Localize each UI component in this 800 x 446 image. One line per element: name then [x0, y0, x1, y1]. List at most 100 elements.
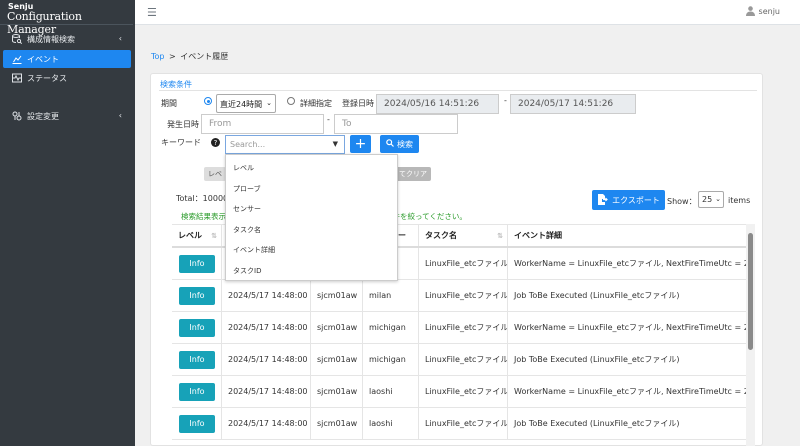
cell-detail: Job ToBe Executed (LinuxFile_etcファイル) — [508, 408, 752, 439]
cell-task: LinuxFile_etcファイル — [419, 408, 508, 439]
sidebar: Senju Configuration Manager 構成情報検索 ‹ イベン… — [0, 0, 135, 446]
search-button[interactable]: 検索 — [380, 135, 419, 153]
cell-detail: WorkerName = LinuxFile_etcファイル, NextFire… — [508, 248, 752, 279]
dropdown-option-level[interactable]: レベル — [233, 163, 254, 173]
cell-text: sjcm01aw — [317, 419, 358, 428]
cell-text: LinuxFile_etcファイル — [425, 259, 508, 268]
cell-time: 2024/5/17 14:48:00 — [222, 408, 311, 439]
dropdown-option-sensor[interactable]: センサー — [233, 204, 261, 214]
occurred-from-input[interactable]: From — [201, 114, 324, 134]
occurred-label: 発生日時 — [167, 120, 199, 129]
sort-icon: ⇅ — [211, 231, 217, 240]
level-badge-button[interactable]: Info — [179, 318, 215, 337]
cell-text: michigan — [369, 323, 406, 332]
sidebar-item-settings[interactable]: 設定変更 ‹ — [3, 107, 131, 125]
cell-time: 2024/5/17 14:48:00 — [222, 280, 311, 311]
user-menu[interactable]: senju — [745, 6, 780, 16]
cell-text: laoshi — [369, 387, 393, 396]
column-header-level[interactable]: レベル ⇅ — [172, 225, 222, 246]
cell-sensor: laoshi — [363, 408, 419, 439]
cell-text: 2024/5/17 14:48:00 — [228, 291, 308, 300]
page-size-value: 25 — [702, 195, 713, 204]
level-badge-button[interactable]: Info — [179, 414, 215, 433]
cell-text: LinuxFile_etcファイル — [425, 323, 508, 332]
cell-text: michigan — [369, 355, 406, 364]
dropdown-option-task-id[interactable]: タスクID — [233, 266, 261, 276]
level-badge-button[interactable]: Info — [179, 254, 215, 273]
level-badge-button[interactable]: Info — [179, 286, 215, 305]
cell-text: LinuxFile_etcファイル — [425, 355, 508, 364]
show-label: Show： — [667, 197, 697, 206]
cell-detail: WorkerName = LinuxFile_etcファイル, NextFire… — [508, 312, 752, 343]
table-row[interactable]: Info 2024/5/17 14:48:00 sjcm01aw laoshi Linu… — [172, 408, 752, 440]
sort-icon: ⇅ — [497, 231, 503, 240]
cell-text: Job ToBe Executed (LinuxFile_etcファイル) — [514, 419, 680, 428]
export-button-label: エクスポート — [612, 195, 660, 205]
cell-text: sjcm01aw — [317, 355, 358, 364]
clear-all-button[interactable]: てクリア — [395, 167, 431, 181]
cell-level: Info — [172, 376, 222, 407]
dropdown-option-probe[interactable]: プローブ — [233, 184, 261, 194]
search-icon — [386, 139, 394, 149]
detail-radio[interactable] — [287, 97, 295, 105]
breadcrumb-current: イベント履歴 — [180, 52, 229, 61]
period-select[interactable]: 直近24時間 ⌄ — [216, 94, 276, 113]
cell-task: LinuxFile_etcファイル — [419, 344, 508, 375]
top-bar: ☰ senju — [135, 0, 800, 25]
search-button-label: 検索 — [397, 139, 413, 149]
hamburger-menu-icon[interactable]: ☰ — [147, 6, 157, 19]
breadcrumb-home-link[interactable]: Top — [151, 52, 165, 61]
dropdown-option-event-detail[interactable]: イベント詳細 — [233, 245, 275, 255]
cell-text: sjcm01aw — [317, 387, 358, 396]
column-header-label: イベント詳細 — [514, 231, 562, 240]
page-size-select[interactable]: 25 ⌄ — [698, 191, 724, 208]
cell-level: Info — [172, 344, 222, 375]
sidebar-item-status[interactable]: ステータス — [3, 69, 131, 87]
help-icon[interactable]: ? — [211, 138, 220, 149]
cell-level: Info — [172, 312, 222, 343]
export-button[interactable]: エクスポート — [592, 190, 665, 210]
sidebar-item-label: 構成情報検索 — [27, 34, 75, 44]
chevron-left-icon: ‹ — [118, 111, 122, 120]
column-header-detail[interactable]: イベント詳細 — [508, 225, 752, 246]
cell-host: sjcm01aw — [311, 408, 363, 439]
registered-from-input[interactable]: 2024/05/16 14:51:26 — [376, 94, 499, 114]
cell-sensor: laoshi — [363, 376, 419, 407]
table-row[interactable]: Info 2024/5/17 14:48:00 sjcm01aw michigan Li… — [172, 344, 752, 376]
table-row[interactable]: Info 2024/5/17 14:48:00 sjcm01aw milan Linux… — [172, 280, 752, 312]
period-recent-radio[interactable] — [204, 97, 212, 105]
add-keyword-button[interactable]: + — [350, 135, 371, 153]
period-label: 期間 — [161, 99, 177, 108]
breadcrumb: Top > イベント履歴 — [151, 51, 228, 62]
cell-detail: Job ToBe Executed (LinuxFile_etcファイル) — [508, 344, 752, 375]
range-separator: - — [327, 115, 330, 124]
sidebar-item-config-search[interactable]: 構成情報検索 ‹ — [3, 30, 131, 48]
column-header-task[interactable]: タスク名 ⇅ — [419, 225, 508, 246]
breadcrumb-separator: > — [169, 52, 176, 61]
cell-time: 2024/5/17 14:48:00 — [222, 312, 311, 343]
occurred-to-input[interactable]: To — [334, 114, 458, 134]
cell-detail: Job ToBe Executed (LinuxFile_etcファイル) — [508, 280, 752, 311]
cell-text: sjcm01aw — [317, 291, 358, 300]
registered-to-input[interactable]: 2024/05/17 14:51:26 — [510, 94, 636, 114]
level-badge-button[interactable]: Info — [179, 350, 215, 369]
chevron-left-icon: ‹ — [118, 34, 122, 43]
level-badge-button[interactable]: Info — [179, 382, 215, 401]
dropdown-option-task-name[interactable]: タスク名 — [233, 225, 261, 235]
cell-task: LinuxFile_etcファイル — [419, 312, 508, 343]
condition-chip[interactable]: レベ — [204, 167, 226, 181]
file-export-icon — [597, 193, 608, 207]
chevron-down-icon: ⌄ — [715, 195, 721, 203]
user-name: senju — [758, 6, 780, 16]
table-row[interactable]: Info 2024/5/17 14:48:00 sjcm01aw michigan Li… — [172, 312, 752, 344]
cell-text: WorkerName = LinuxFile_etcファイル, NextFire… — [514, 387, 752, 396]
cell-text: Job ToBe Executed (LinuxFile_etcファイル) — [514, 355, 680, 364]
keyword-select[interactable]: Search... ▼ — [225, 135, 345, 154]
table-row[interactable]: Info 2024/5/17 14:48:00 sjcm01aw laoshi Linu… — [172, 376, 752, 408]
app-logo[interactable]: Senju Configuration Manager — [7, 2, 132, 36]
keyword-label: キーワード — [161, 138, 201, 147]
cell-text: 2024/5/17 14:48:00 — [228, 387, 308, 396]
cell-task: LinuxFile_etcファイル — [419, 248, 508, 279]
table-scrollbar-thumb[interactable] — [748, 233, 753, 350]
sidebar-item-events[interactable]: イベント — [3, 50, 131, 68]
